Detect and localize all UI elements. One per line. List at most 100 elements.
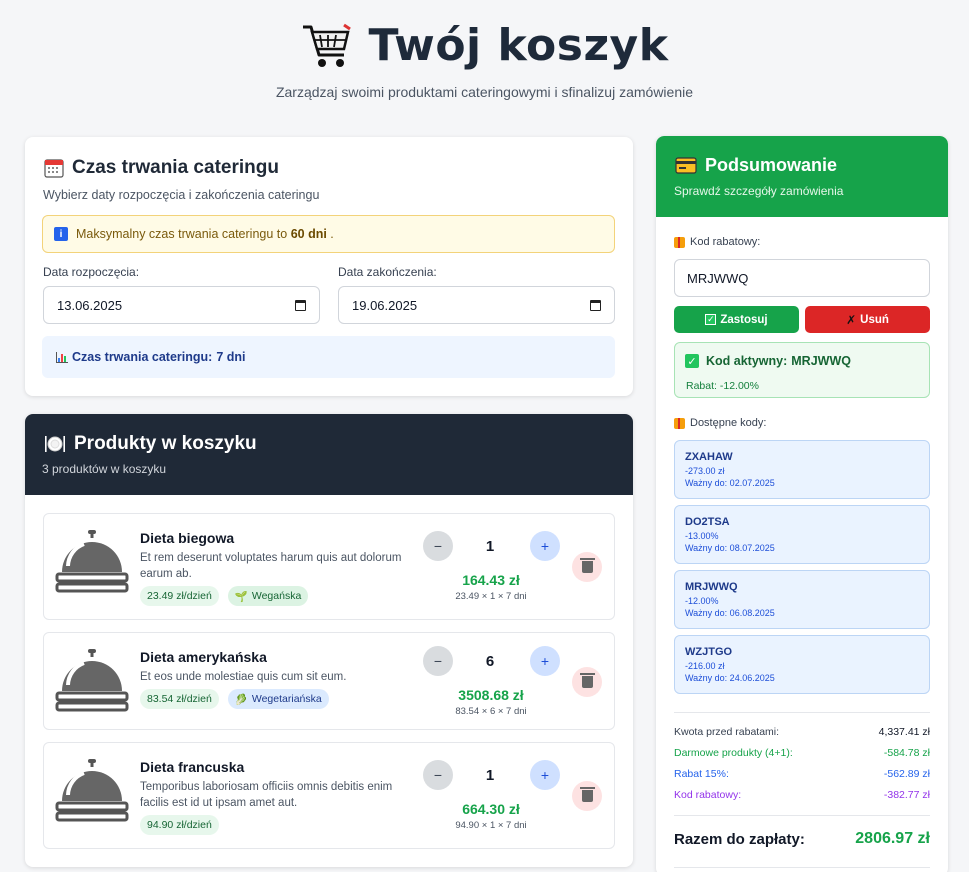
code-name: ZXAHAW [685,451,733,463]
product-badges: 83.54 zł/dzień 🥬 Wegetariańska [140,689,329,709]
product-name: Dieta biegowa [140,530,235,546]
available-codes-label: Dostępne kody: [690,417,767,429]
increase-quantity-button[interactable]: + [530,760,560,790]
warning-value: 60 dni [290,227,327,241]
summary-row-value: -562.89 zł [883,768,930,780]
diet-badge-label: Wegańska [251,590,302,602]
apply-code-button[interactable]: ✓ Zastosuj [674,306,799,333]
discount-code-input[interactable]: MRJWWQ [674,259,930,297]
calendar-picker-icon[interactable] [295,299,306,311]
product-calculation: 83.54 × 6 × 7 dni [455,706,527,717]
product-total: 664.30 zł [462,801,520,817]
remove-item-button[interactable] [572,781,602,811]
cart-products-card: Produkty w koszyku 3 produktów w koszyku… [25,414,633,867]
chart-icon [56,351,68,363]
product-badges: 94.90 zł/dzień [140,815,219,835]
price-badge: 23.49 zł/dzień [140,586,219,606]
products-count: 3 produktów w koszyku [42,462,167,476]
apply-code-label: Zastosuj [720,313,768,326]
summary-row-value: -584.78 zł [883,747,930,759]
remove-code-button[interactable]: ✗ Usuń [805,306,930,333]
summary-row: Kwota przed rabatami: 4,337.41 zł [674,726,930,738]
decrease-quantity-button[interactable]: − [423,531,453,561]
summary-row: Rabat 15%: -562.89 zł [674,768,930,780]
products-title: Produkty w koszyku [74,433,257,454]
increase-quantity-button[interactable]: + [530,531,560,561]
summary-row: Kod rabatowy: -382.77 zł [674,789,930,801]
duration-summary-label: Czas trwania cateringu: [72,350,213,364]
code-validity: Ważny do: 06.08.2025 [685,608,775,618]
product-total: 164.43 zł [462,572,520,588]
card-icon [675,157,697,174]
gift-icon [674,417,685,429]
active-code-prefix: Kod aktywny: [706,354,788,368]
summary-row-value: -382.77 zł [883,789,930,801]
products-title-row: Produkty w koszyku [44,433,257,455]
divider [674,867,930,868]
increase-quantity-button[interactable]: + [530,646,560,676]
end-date-input[interactable]: 19.06.2025 [338,286,615,324]
check-icon: ✓ [705,314,717,325]
active-code-discount: Rabat: -12.00% [686,380,759,392]
code-name: WZJTGO [685,646,733,658]
summary-row: Darmowe produkty (4+1): -584.78 zł [674,747,930,759]
product-total: 3508.68 zł [458,687,524,703]
summary-row-value: 4,337.41 zł [878,726,930,738]
available-code-card[interactable]: MRJWWQ -12.00% Ważny do: 06.08.2025 [674,570,930,629]
product-description: Et rem deserunt voluptates harum quis au… [140,552,402,580]
summary-row-label: Rabat 15%: [674,768,729,780]
discount-code-label-row: Kod rabatowy: [674,236,760,248]
warning-text: Maksymalny czas trwania cateringu to [76,227,288,241]
summary-header: Podsumowanie Sprawdź szczegóły zamówieni… [656,136,948,217]
leaf-icon: 🌱 [234,590,248,603]
gift-icon [674,236,685,248]
total-value: 2806.97 zł [855,830,930,847]
calendar-icon [44,159,64,178]
start-date-input[interactable]: 13.06.2025 [43,286,320,324]
start-date-label: Data rozpoczęcia: [43,265,140,279]
quantity-value: 1 [485,538,495,555]
product-calculation: 23.49 × 1 × 7 dni [455,591,527,602]
end-date-value: 19.06.2025 [352,297,418,313]
quantity-value: 6 [485,653,495,670]
diet-badge: 🥬 Wegetariańska [227,689,329,709]
x-icon: ✗ [846,312,857,327]
start-date-value: 13.06.2025 [57,297,123,313]
calendar-picker-icon[interactable] [590,299,601,311]
check-icon: ✓ [685,354,699,368]
decrease-quantity-button[interactable]: − [423,760,453,790]
product-name: Dieta amerykańska [140,649,267,665]
cart-item: Dieta biegowa Et rem deserunt voluptates… [43,513,615,620]
total-label: Razem do zapłaty: [674,830,805,848]
duration-description: Wybierz daty rozpoczęcia i zakończenia c… [43,188,320,202]
quantity-value: 1 [485,767,495,784]
end-date-label: Data zakończenia: [338,265,437,279]
product-description: Et eos unde molestiae quis cum sit eum. [140,671,347,683]
catering-duration-card: Czas trwania cateringu Wybierz daty rozp… [25,137,633,396]
available-code-card[interactable]: DO2TSA -13.00% Ważny do: 08.07.2025 [674,505,930,564]
decrease-quantity-button[interactable]: − [423,646,453,676]
duration-summary-value: 7 dni [216,350,246,364]
product-description: Temporibus laboriosam officiis omnis deb… [140,781,393,809]
max-duration-alert: i Maksymalny czas trwania cateringu to 6… [42,215,615,253]
remove-item-button[interactable] [572,667,602,697]
code-value: -12.00% [685,596,719,606]
available-code-card[interactable]: WZJTGO -216.00 zł Ważny do: 24.06.2025 [674,635,930,694]
code-value: -273.00 zł [685,466,725,476]
divider [674,712,930,713]
price-badge: 83.54 zł/dzień [140,689,219,709]
diet-badge-label: Wegetariańska [251,693,322,705]
products-header: Produkty w koszyku 3 produktów w koszyku [25,414,633,495]
page-title: Twój koszyk [368,20,669,71]
cart-item: Dieta amerykańska Et eos unde molestiae … [43,632,615,730]
product-name: Dieta francuska [140,759,245,775]
summary-row-label: Kwota przed rabatami: [674,726,780,738]
product-badges: 23.49 zł/dzień 🌱 Wegańska [140,586,309,606]
remove-code-label: Usuń [860,313,889,326]
available-codes-label-row: Dostępne kody: [674,417,766,429]
discount-code-label: Kod rabatowy: [690,236,761,248]
remove-item-button[interactable] [572,552,602,582]
shopping-cart-icon [303,23,352,67]
summary-row-label: Darmowe produkty (4+1): [674,747,793,759]
available-code-card[interactable]: ZXAHAW -273.00 zł Ważny do: 02.07.2025 [674,440,930,499]
